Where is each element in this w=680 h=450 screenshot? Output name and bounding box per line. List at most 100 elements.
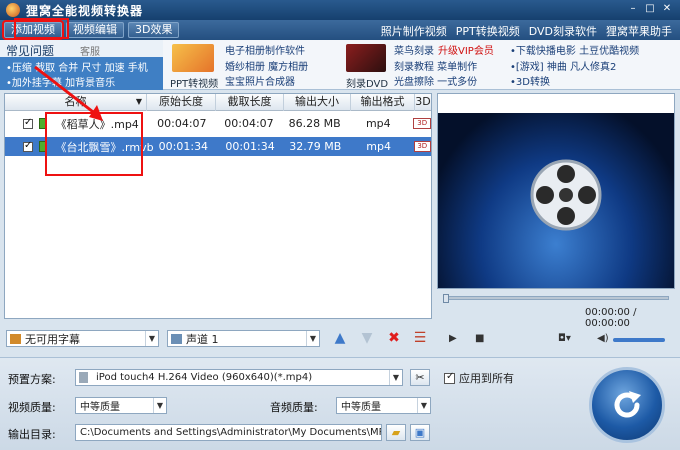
3d-effect-button[interactable]: 3D效果 bbox=[128, 22, 180, 38]
maximize-icon[interactable]: □ bbox=[643, 3, 657, 16]
convert-button[interactable] bbox=[589, 367, 665, 443]
apply-all-checkbox[interactable]: 应用到所有 bbox=[444, 370, 514, 386]
file-duration: 00:04:07 bbox=[157, 117, 207, 130]
audio-select[interactable]: 声道 1 ▼ bbox=[167, 330, 320, 347]
promo-strip: 常见问题 客服qq876292449 •压缩 截取 合并 尺寸 加速 手机 •加… bbox=[0, 40, 680, 90]
chevron-down-icon[interactable]: ▼ bbox=[145, 331, 158, 346]
subtitle-icon bbox=[10, 333, 21, 344]
col-cut[interactable]: 截取长度 bbox=[216, 94, 284, 111]
minimize-icon[interactable]: – bbox=[626, 3, 640, 16]
media-link-1[interactable]: •下载快播电影 土豆优酷视频 bbox=[510, 42, 639, 57]
media-link-3[interactable]: •3D转换 bbox=[510, 73, 550, 88]
refresh-icon bbox=[614, 391, 641, 418]
media-link-2[interactable]: •[游戏] 神曲 凡人修真2 bbox=[510, 58, 616, 73]
play-icon[interactable]: ▶ bbox=[449, 333, 457, 344]
delete-icon[interactable]: ✖ bbox=[385, 329, 403, 347]
sort-down-icon: ▼ bbox=[135, 97, 142, 106]
row-checkbox[interactable] bbox=[23, 117, 33, 129]
file-duration: 00:01:34 bbox=[158, 140, 209, 153]
highlight-box bbox=[45, 112, 143, 176]
audio-quality-select[interactable]: 中等质量 ▼ bbox=[336, 397, 431, 414]
burn-link-3[interactable]: 光盘擦除 一式多份 bbox=[394, 73, 477, 88]
faq-box: 常见问题 客服qq876292449 •压缩 截取 合并 尺寸 加速 手机 •加… bbox=[0, 40, 163, 90]
file-format: mp4 bbox=[366, 140, 391, 153]
row-checkbox[interactable] bbox=[23, 140, 33, 152]
album-link-1[interactable]: 电子相册制作软件 bbox=[225, 42, 305, 57]
top-link-ppt-video[interactable]: PPT转换视频 bbox=[456, 23, 520, 39]
video-edit-button[interactable]: 视频编辑 bbox=[66, 22, 124, 38]
file-format: mp4 bbox=[365, 117, 391, 130]
subtitle-value: 无可用字幕 bbox=[25, 332, 80, 346]
settings-tool-icon[interactable]: ✂ bbox=[410, 369, 430, 386]
volume-slider[interactable] bbox=[613, 338, 665, 342]
ppt-promo[interactable]: PPT转视频 bbox=[168, 40, 224, 90]
close-icon[interactable]: ✕ bbox=[660, 3, 674, 16]
timecode: 00:00:00 / 00:00:00 bbox=[585, 307, 637, 329]
subtitle-select[interactable]: 无可用字幕 ▼ bbox=[6, 330, 159, 347]
move-up-icon[interactable]: ▲ bbox=[331, 329, 349, 347]
ppt-caption: PPT转视频 bbox=[170, 79, 219, 90]
seek-bar[interactable] bbox=[443, 294, 669, 303]
preset-value: iPod touch4 H.264 Video (960x640)(*.mp4) bbox=[96, 372, 313, 383]
film-reel-icon bbox=[530, 159, 602, 231]
title-bar: 狸窝全能视频转换器 – □ ✕ bbox=[0, 0, 680, 20]
audio-value: 声道 1 bbox=[186, 332, 219, 346]
output-path-value: C:\Documents and Settings\Administrator\… bbox=[80, 427, 382, 438]
preset-select[interactable]: iPod touch4 H.264 Video (960x640)(*.mp4)… bbox=[75, 369, 403, 386]
preset-label: 预置方案: bbox=[8, 373, 56, 386]
audio-icon bbox=[171, 333, 182, 344]
top-link-photo-video[interactable]: 照片制作视频 bbox=[381, 23, 447, 39]
apply-all-box[interactable] bbox=[444, 371, 455, 384]
apply-all-label: 应用到所有 bbox=[459, 372, 514, 385]
faq-line-1[interactable]: •压缩 截取 合并 尺寸 加速 手机 bbox=[6, 59, 148, 74]
ppt-thumb-icon bbox=[172, 44, 214, 72]
output-path-field[interactable]: C:\Documents and Settings\Administrator\… bbox=[75, 424, 382, 441]
move-down-icon[interactable]: ▼ bbox=[358, 329, 376, 347]
col-duration[interactable]: 原始长度 bbox=[147, 94, 216, 111]
highlight-box bbox=[14, 18, 69, 39]
app-logo-icon bbox=[6, 3, 20, 17]
top-link-dvd[interactable]: DVD刻录软件 bbox=[529, 23, 597, 39]
video-quality-select[interactable]: 中等质量 ▼ bbox=[75, 397, 167, 414]
dvd-thumb-icon bbox=[346, 44, 386, 72]
vip-link[interactable]: 升级VIP会员 bbox=[438, 42, 494, 57]
chevron-down-icon[interactable]: ▼ bbox=[417, 398, 430, 413]
col-format[interactable]: 输出格式 bbox=[351, 94, 415, 111]
clear-list-icon[interactable]: ☰ bbox=[411, 329, 429, 347]
output-label: 输出目录: bbox=[8, 428, 56, 441]
audio-quality-label: 音频质量: bbox=[270, 401, 318, 414]
faq-links-panel: •压缩 截取 合并 尺寸 加速 手机 •加外挂字幕 加背景音乐 bbox=[0, 57, 163, 90]
media-promo: •下载快播电影 土豆优酷视频 •[游戏] 神曲 凡人修真2 •3D转换 bbox=[510, 40, 675, 90]
file-size: 86.28 MB bbox=[288, 117, 341, 130]
stop-icon[interactable]: ■ bbox=[475, 333, 484, 344]
3d-badge-icon[interactable]: 3D bbox=[413, 118, 431, 129]
col-3d[interactable]: 3D bbox=[415, 94, 431, 111]
burn-link-1[interactable]: 菜鸟刻录 bbox=[394, 42, 434, 57]
video-quality-label: 视频质量: bbox=[8, 401, 56, 414]
album-link-2[interactable]: 婚纱相册 魔方相册 bbox=[225, 58, 308, 73]
window-controls: – □ ✕ bbox=[626, 3, 674, 16]
col-name[interactable]: 名称 ▼ bbox=[5, 94, 147, 111]
list-header: 名称 ▼ 原始长度 截取长度 输出大小 输出格式 3D bbox=[5, 94, 431, 111]
preview-screen bbox=[438, 113, 674, 288]
top-link-apple-helper[interactable]: 狸窝苹果助手 bbox=[606, 23, 672, 39]
browse-folder-icon[interactable]: ▰ bbox=[386, 424, 406, 441]
camera-icon[interactable]: ◘▾ bbox=[558, 333, 571, 344]
volume-icon[interactable]: ◀) bbox=[597, 333, 609, 344]
chevron-down-icon[interactable]: ▼ bbox=[306, 331, 319, 346]
toolbar: 添加视频 视频编辑 3D效果 照片制作视频 PPT转换视频 DVD刻录软件 狸窝… bbox=[0, 20, 680, 40]
album-link-3[interactable]: 宝宝照片合成器 bbox=[225, 73, 295, 88]
col-size[interactable]: 输出大小 bbox=[284, 94, 351, 111]
top-links: 照片制作视频 PPT转换视频 DVD刻录软件 狸窝苹果助手 bbox=[381, 23, 672, 39]
burn-link-2[interactable]: 刻录教程 菜单制作 bbox=[394, 58, 477, 73]
file-cut: 00:04:07 bbox=[224, 117, 274, 130]
file-size: 32.79 MB bbox=[289, 140, 342, 153]
seek-thumb[interactable] bbox=[443, 294, 449, 303]
annotation-arrow bbox=[34, 65, 103, 121]
open-folder-icon[interactable]: ▣ bbox=[410, 424, 430, 441]
dvd-promo[interactable]: 刻录DVD bbox=[342, 40, 392, 90]
audio-quality-value: 中等质量 bbox=[341, 402, 381, 413]
chevron-down-icon[interactable]: ▼ bbox=[389, 370, 402, 385]
chevron-down-icon[interactable]: ▼ bbox=[153, 398, 166, 413]
3d-badge-icon[interactable]: 3D bbox=[413, 141, 431, 152]
